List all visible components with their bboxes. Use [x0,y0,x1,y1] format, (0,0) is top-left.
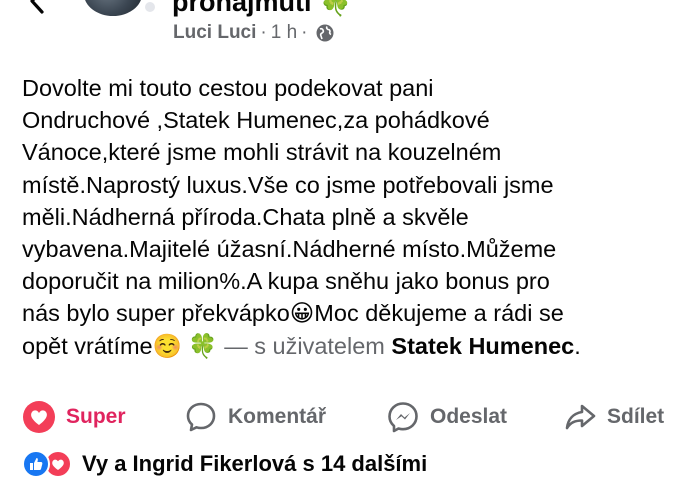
post-meta: Luci Luci · 1 h · [173,22,335,44]
post-line: Vánoce,které jsme mohli strávit na kouze… [22,139,502,166]
send-label: Odeslat [430,405,508,428]
post-line: místě.Naprostý luxus.Vše co jsme potřebo… [22,171,554,198]
post-line: Ondruchové ,Statek Humenec,za pohádkové [22,107,490,134]
heart-reaction-icon [23,401,55,433]
super-button[interactable]: Super [22,396,126,438]
post-line: měli.Nádherná příroda.Chata plně a skvěl… [22,203,469,230]
post-time[interactable]: 1 h [271,22,297,44]
clover-emoji: 🍀 [319,0,353,18]
author-name[interactable]: Luci Luci [173,22,256,44]
back-arrow-icon[interactable] [22,0,52,16]
avatar-badge [145,2,155,12]
share-button[interactable]: Sdílet [563,396,664,438]
comment-label: Komentář [228,405,327,428]
super-label: Super [66,405,126,428]
clover-emoji: 🍀 [188,331,218,360]
action-bar: Super Komentář Odeslat Sdílet [0,396,700,438]
comment-button[interactable]: Komentář [184,396,326,438]
post-header: pronajmuti 🍀 Luci Luci · 1 h · [0,0,700,60]
share-arrow-icon [565,404,596,430]
post-line-text: Moc děkujeme a rádi se [314,300,564,327]
tagged-user-link[interactable]: Statek Humenec [391,333,574,359]
meta-separator: · [301,22,308,43]
comment-icon [186,402,216,432]
reactions-text: Vy a Ingrid Fikerlová s 14 dalšími [82,451,428,476]
post-line-text: opět vrátíme [22,332,153,359]
meta-separator: · [260,22,267,43]
grinning-emoji: 😀 [289,299,315,328]
post-line: opět vrátíme☺️ 🍀 — s uživatelem Statek H… [22,330,682,362]
tag-prefix: — s uživatelem [217,332,392,359]
smiling-emoji: ☺️ [152,331,182,360]
post-line-text: nás bylo super překvápko [22,300,290,327]
post-body: Dovolte mi touto cestou podekovat pani O… [22,72,682,362]
group-avatar[interactable] [84,0,142,16]
tag-suffix: . [574,332,581,359]
post-line: doporučit na milion%.A kupa sněhu jako b… [22,268,550,295]
share-label: Sdílet [607,405,665,428]
group-name[interactable]: pronajmuti 🍀 [172,0,353,18]
post-line: vybavena.Majitelé úžasní.Nádherné místo.… [22,236,557,263]
globe-icon [316,24,334,42]
messenger-icon [388,402,418,433]
send-button[interactable]: Odeslat [386,396,507,438]
group-name-text: pronajmuti [172,0,312,17]
reactions-summary[interactable]: Vy a Ingrid Fikerlová s 14 dalšími [22,444,427,484]
post-line: nás bylo super překvápko😀Moc děkujeme a … [22,297,682,329]
like-reaction-icon [22,450,50,478]
post-line: Dovolte mi touto cestou podekovat pani [22,75,434,101]
